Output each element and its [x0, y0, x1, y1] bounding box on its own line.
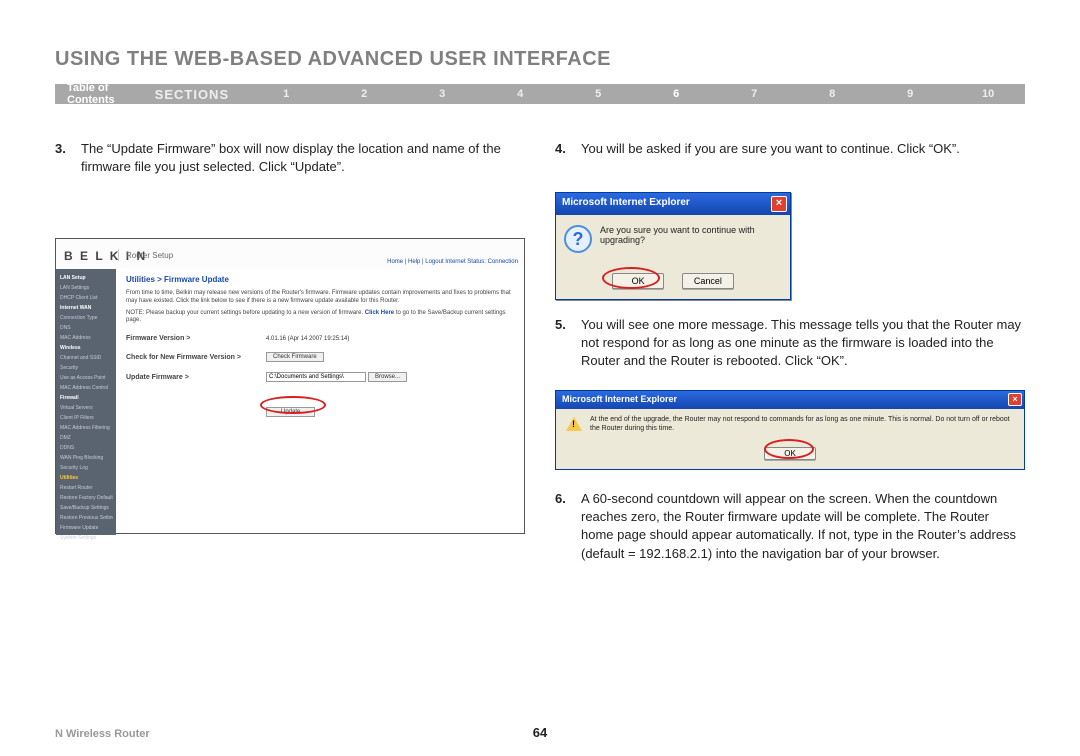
browse-button[interactable]: Browse...	[368, 372, 407, 382]
router-screenshot: B E L K I N Router Setup Home | Help | L…	[55, 238, 525, 534]
step-4: 4. You will be asked if you are sure you…	[555, 140, 1025, 158]
sidebar-item[interactable]: Client IP Filters	[59, 413, 113, 423]
toc-link[interactable]: Table of Contents	[55, 82, 127, 106]
section-7[interactable]: 7	[715, 88, 793, 100]
fw-version-label: Firmware Version >	[126, 335, 266, 342]
update-fw-label: Update Firmware >	[126, 374, 266, 381]
section-8[interactable]: 8	[793, 88, 871, 100]
panel-body: Utilities > Firmware Update From time to…	[116, 269, 524, 533]
right-column: 4. You will be asked if you are sure you…	[555, 140, 1025, 170]
check-firmware-button[interactable]: Check Firmware	[266, 352, 324, 362]
step-5: 5. You will see one more message. This m…	[555, 316, 1025, 371]
intro-text: From time to time, Belkin may release ne…	[126, 290, 514, 306]
sidebar-item[interactable]: Virtual Servers	[59, 403, 113, 413]
sidebar-item[interactable]: DHCP Client List	[59, 293, 113, 303]
warning-icon	[566, 417, 582, 431]
dialog-message: At the end of the upgrade, the Router ma…	[590, 415, 1014, 433]
sidebar-item[interactable]: Internet WAN	[59, 303, 113, 313]
sidebar-item[interactable]: Restore Previous Settings	[59, 513, 113, 523]
sidebar-item[interactable]: Firmware Update	[59, 523, 113, 533]
sidebar-item[interactable]: LAN Settings	[59, 283, 113, 293]
page-number: 64	[533, 725, 547, 740]
section-1[interactable]: 1	[247, 88, 325, 100]
sidebar-item[interactable]: System Settings	[59, 533, 113, 543]
update-button[interactable]: Update	[266, 407, 315, 417]
click-here-link[interactable]: Click Here	[365, 310, 394, 316]
sidebar-item[interactable]: Security	[59, 363, 113, 373]
sidebar-item[interactable]: Utilities	[59, 473, 113, 483]
top-links: Home | Help | Logout Internet Status: Co…	[387, 259, 518, 265]
close-icon[interactable]: ×	[771, 196, 787, 212]
step-text: The “Update Firmware” box will now displ…	[81, 140, 525, 176]
dialog-title: Microsoft Internet Explorer	[562, 394, 677, 404]
page-title: USING THE WEB-BASED ADVANCED USER INTERF…	[55, 48, 611, 71]
ok-button[interactable]: OK	[764, 447, 816, 460]
ok-button[interactable]: OK	[612, 273, 664, 289]
sections-label: SECTIONS	[127, 87, 247, 102]
sidebar-item[interactable]: DNS	[59, 323, 113, 333]
sidebar: LAN SetupLAN SettingsDHCP Client ListInt…	[56, 269, 116, 535]
footer-product: N Wireless Router	[55, 728, 150, 740]
step-num: 5.	[555, 316, 581, 371]
divider	[118, 249, 119, 261]
sidebar-item[interactable]: Security Log	[59, 463, 113, 473]
sidebar-item[interactable]: MAC Address Filtering	[59, 423, 113, 433]
sidebar-item[interactable]: WAN Ping Blocking	[59, 453, 113, 463]
question-icon: ?	[564, 225, 592, 253]
section-6[interactable]: 6	[637, 88, 715, 100]
sidebar-item[interactable]: Save/Backup Settings	[59, 503, 113, 513]
dialog-title: Microsoft Internet Explorer	[562, 197, 690, 208]
section-5[interactable]: 5	[559, 88, 637, 100]
file-path-input[interactable]: C:\Documents and Settings\	[266, 372, 366, 382]
sidebar-item[interactable]: Use as Access Point	[59, 373, 113, 383]
check-fw-row: Check for New Firmware Version > Check F…	[126, 352, 514, 362]
info-dialog: Microsoft Internet Explorer × At the end…	[555, 390, 1025, 470]
sidebar-item[interactable]: DMZ	[59, 433, 113, 443]
check-fw-label: Check for New Firmware Version >	[126, 354, 266, 361]
step-6: 6. A 60-second countdown will appear on …	[555, 490, 1025, 563]
sidebar-item[interactable]: Restore Factory Defaults	[59, 493, 113, 503]
section-10[interactable]: 10	[949, 88, 1027, 100]
section-3[interactable]: 3	[403, 88, 481, 100]
step-text: A 60-second countdown will appear on the…	[581, 490, 1025, 563]
step-num: 6.	[555, 490, 581, 563]
sidebar-item[interactable]: Firewall	[59, 393, 113, 403]
step-num: 4.	[555, 140, 581, 158]
left-column: 3. The “Update Firmware” box will now di…	[55, 140, 525, 188]
dialog-titlebar: Microsoft Internet Explorer ×	[556, 391, 1024, 409]
dialog-titlebar: Microsoft Internet Explorer ×	[556, 193, 790, 215]
sidebar-item[interactable]: Restart Router	[59, 483, 113, 493]
sidebar-item[interactable]: Wireless	[59, 343, 113, 353]
section-2[interactable]: 2	[325, 88, 403, 100]
section-9[interactable]: 9	[871, 88, 949, 100]
fw-version-row: Firmware Version > 4.01.16 (Apr 14 2007 …	[126, 335, 514, 342]
sidebar-item[interactable]: Connection Type	[59, 313, 113, 323]
section-navbar: Table of Contents SECTIONS 1 2 3 4 5 6 7…	[55, 84, 1025, 104]
confirm-dialog: Microsoft Internet Explorer × ? Are you …	[555, 192, 791, 300]
sidebar-item[interactable]: MAC Address	[59, 333, 113, 343]
breadcrumb: Utilities > Firmware Update	[126, 275, 514, 284]
update-fw-row: Update Firmware > C:\Documents and Setti…	[126, 372, 514, 382]
step-text: You will be asked if you are sure you wa…	[581, 140, 1025, 158]
sidebar-item[interactable]: DDNS	[59, 443, 113, 453]
sidebar-item[interactable]: LAN Setup	[59, 273, 113, 283]
sidebar-item[interactable]: MAC Address Control	[59, 383, 113, 393]
section-4[interactable]: 4	[481, 88, 559, 100]
note-prefix: NOTE: Please backup your current setting…	[126, 310, 365, 316]
fw-version-value: 4.01.16 (Apr 14 2007 19:25:14)	[266, 336, 349, 342]
close-icon[interactable]: ×	[1008, 393, 1022, 406]
sidebar-item[interactable]: Channel and SSID	[59, 353, 113, 363]
step-text: You will see one more message. This mess…	[581, 316, 1025, 371]
dialog-message: Are you sure you want to continue with u…	[600, 225, 782, 245]
panel-subtitle: Router Setup	[126, 251, 173, 260]
step-3: 3. The “Update Firmware” box will now di…	[55, 140, 525, 176]
step-num: 3.	[55, 140, 81, 176]
cancel-button[interactable]: Cancel	[682, 273, 734, 289]
note-text: NOTE: Please backup your current setting…	[126, 310, 514, 326]
